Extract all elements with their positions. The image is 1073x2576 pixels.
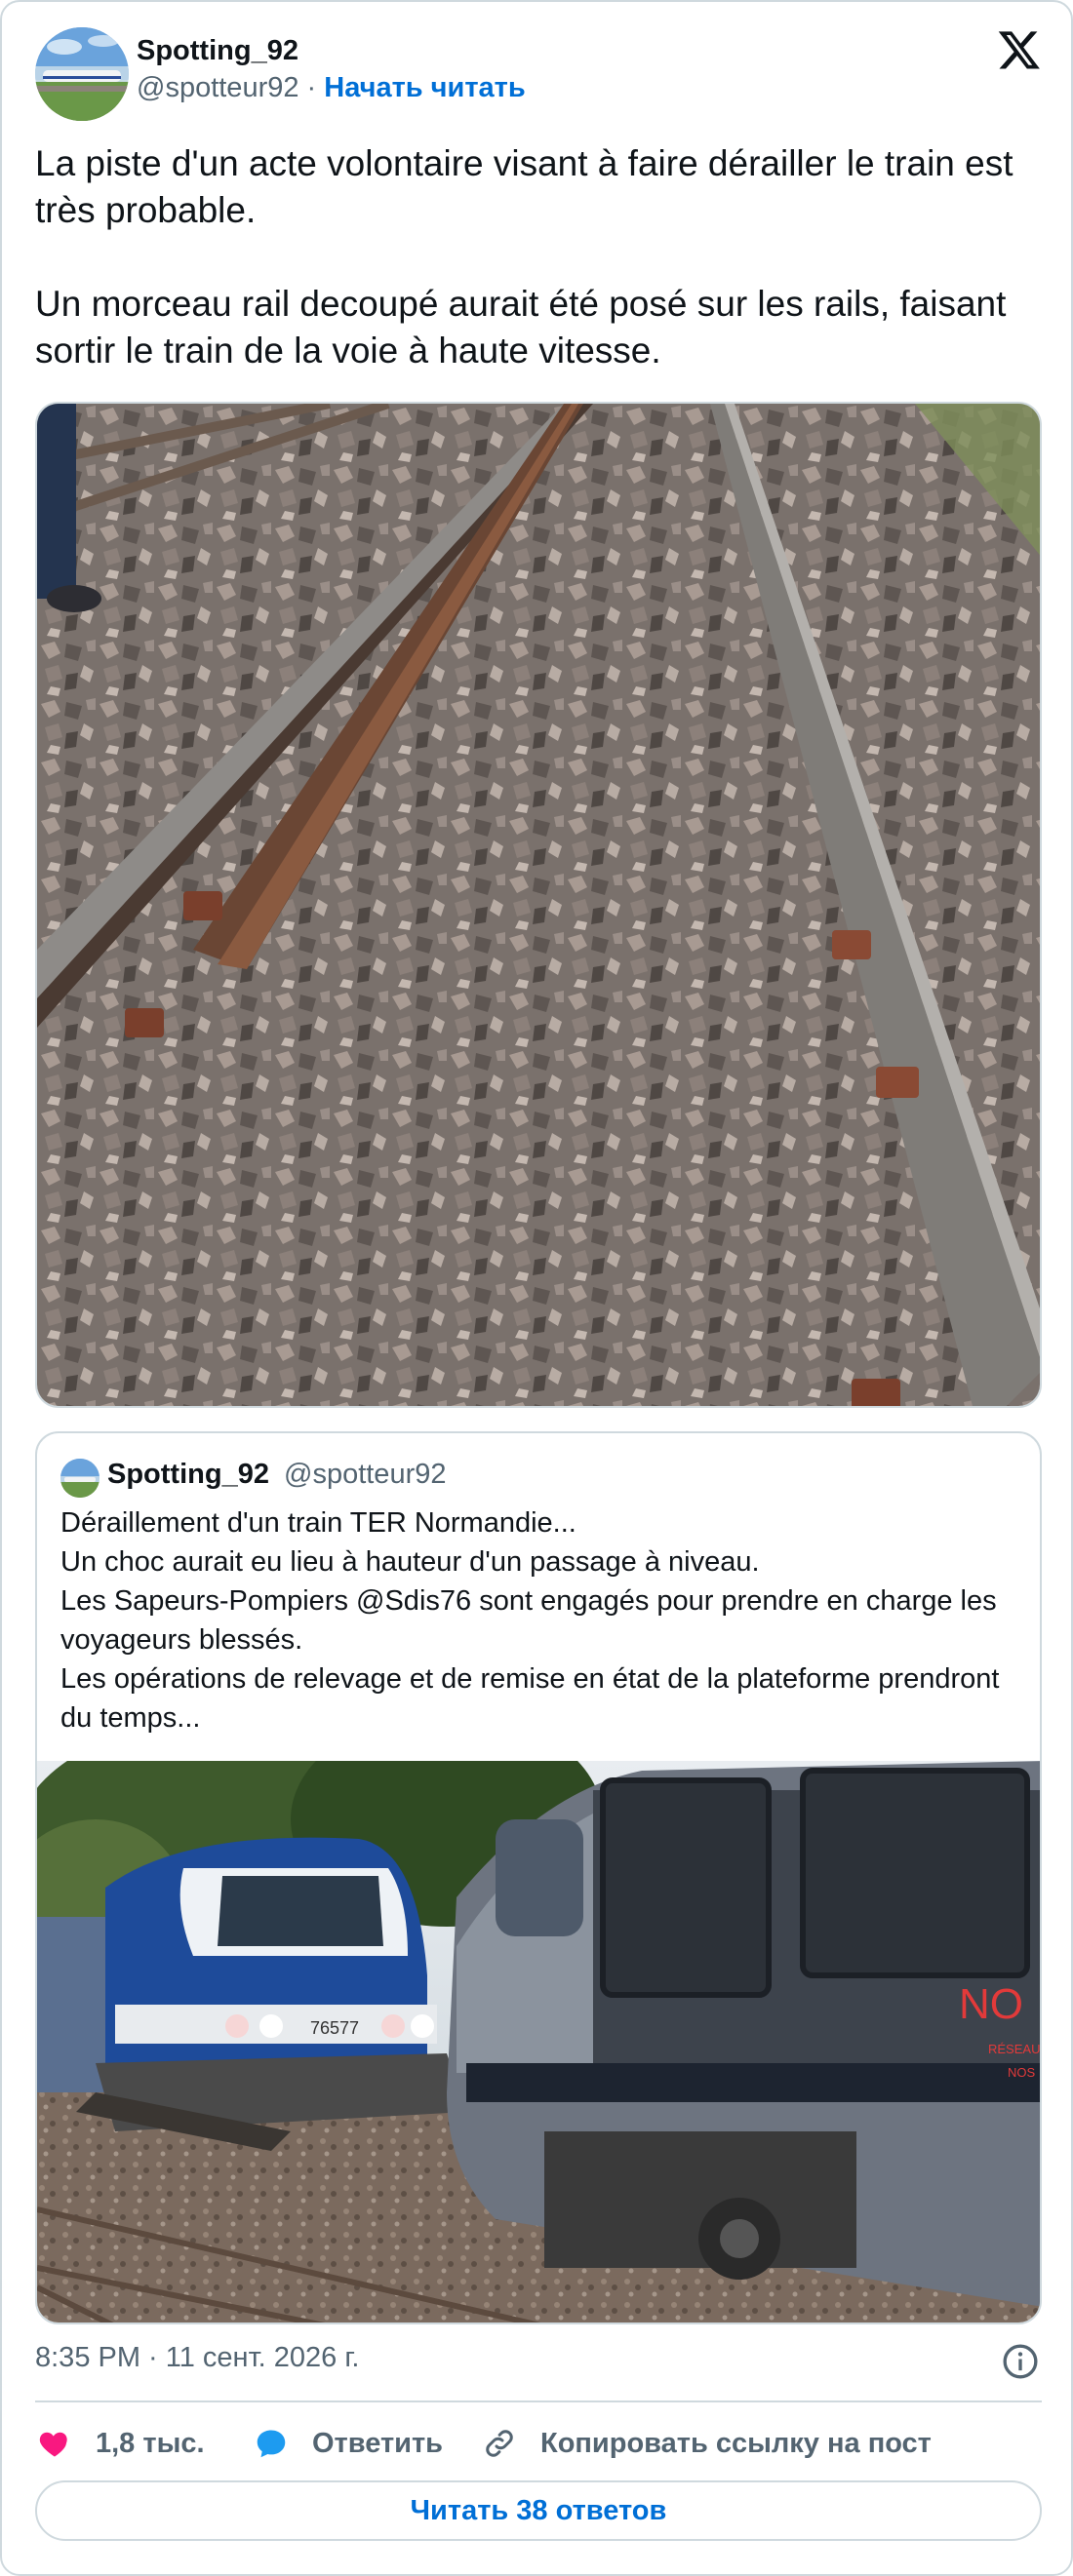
action-bar: 1,8 тыс. Ответить Копировать ссылку на п…	[35, 2418, 1042, 2469]
tweet-photo-track[interactable]	[35, 402, 1042, 1408]
quoted-line: Les Sapeurs-Pompiers @Sdis76 sont engagé…	[60, 1585, 997, 1656]
avatar[interactable]	[35, 27, 129, 121]
quoted-line: Les opérations de relevage et de remise …	[60, 1663, 1000, 1734]
quoted-line: Un choc aurait eu lieu à hauteur d'un pa…	[60, 1546, 760, 1578]
like-count: 1,8 тыс.	[96, 2427, 205, 2459]
author-handle-row: @spotteur92 · Начать читать	[137, 72, 526, 104]
info-icon[interactable]	[1001, 2342, 1040, 2381]
tweet-timestamp[interactable]: 8:35 PM · 11 сент. 2026 г.	[35, 2342, 359, 2374]
quoted-text: Déraillement d'un train TER Normandie...…	[60, 1503, 1026, 1737]
train-livery-text: NO	[959, 1980, 1023, 2028]
author-handle[interactable]: @spotteur92	[137, 72, 298, 103]
link-icon	[480, 2424, 519, 2463]
separator-dot: ·	[306, 72, 317, 103]
train-number: 76577	[310, 2018, 359, 2038]
tweet-paragraph-1: La piste d'un acte volontaire visant à f…	[35, 143, 1013, 230]
quoted-photo-derailment: 76577 NO RÉSEAU NOS	[37, 1761, 1040, 2322]
x-logo-icon[interactable]	[997, 27, 1042, 72]
quoted-avatar	[60, 1459, 99, 1498]
follow-link[interactable]: Начать читать	[324, 72, 525, 103]
train-livery-small-2: NOS	[1008, 2065, 1036, 2080]
quoted-line: Déraillement d'un train TER Normandie...	[60, 1507, 576, 1539]
copy-link-label: Копировать ссылку на пост	[540, 2427, 932, 2459]
train-livery-small-1: RÉSEAU	[988, 2042, 1040, 2056]
reply-bubble-icon	[252, 2424, 291, 2463]
tweet-text: La piste d'un acte volontaire visant à f…	[35, 140, 1040, 374]
quoted-author-handle: @spotteur92	[284, 1459, 447, 1490]
tweet-paragraph-2: Un morceau rail decoupé aurait été posé …	[35, 284, 1007, 371]
reply-button[interactable]: Ответить	[252, 2418, 443, 2469]
divider	[35, 2400, 1042, 2402]
quoted-tweet[interactable]: Spotting_92 @spotteur92 Déraillement d'u…	[35, 1431, 1042, 2324]
like-button[interactable]: 1,8 тыс.	[35, 2418, 205, 2469]
read-replies-button[interactable]: Читать 38 ответов	[35, 2480, 1042, 2541]
copy-link-button[interactable]: Копировать ссылку на пост	[480, 2418, 932, 2469]
heart-icon	[35, 2424, 74, 2463]
tweet-header: Spotting_92 @spotteur92 · Начать читать	[35, 27, 1042, 121]
author-name[interactable]: Spotting_92	[137, 35, 298, 67]
reply-label: Ответить	[312, 2427, 444, 2459]
tweet-card: Spotting_92 @spotteur92 · Начать читать …	[0, 0, 1073, 2576]
quoted-author-name: Spotting_92	[107, 1459, 269, 1490]
